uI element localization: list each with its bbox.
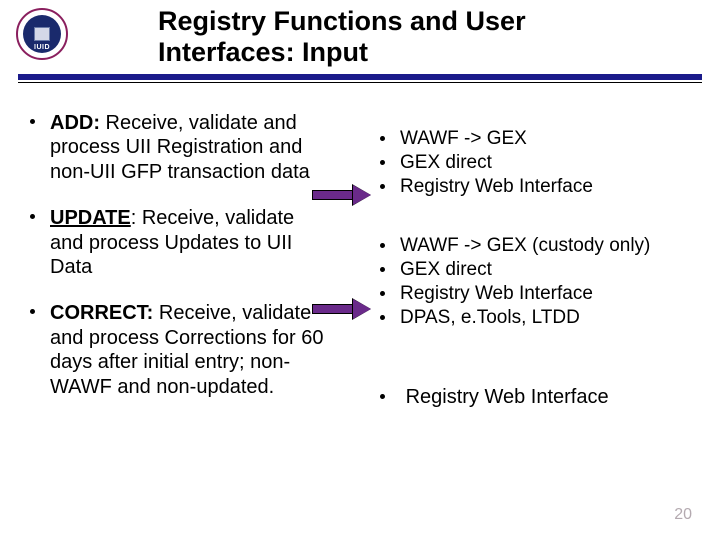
update-lead: UPDATE [50, 207, 131, 229]
rb-text: Registry Web Interface [400, 283, 593, 304]
right-block-update: WAWF -> GEX (custody only) GEX direct Re… [378, 234, 698, 329]
list-item: DPAS, e.Tools, LTDD [378, 306, 698, 330]
rb-text: DPAS, e.Tools, LTDD [400, 307, 580, 328]
list-item: WAWF -> GEX [378, 127, 698, 151]
rb-text: GEX direct [400, 152, 492, 173]
title-rule-thick [18, 74, 702, 80]
list-item: GEX direct [378, 151, 698, 175]
bullet-correct: CORRECT: Receive, validate and process C… [30, 301, 330, 399]
rb-text: WAWF -> GEX [400, 128, 527, 149]
title-line-1: Registry Functions and User [158, 6, 526, 36]
correct-lead: CORRECT: [50, 302, 153, 324]
page-number: 20 [674, 506, 692, 524]
rb-text: WAWF -> GEX (custody only) [400, 235, 650, 256]
logo-text: IUID [34, 44, 50, 51]
right-column: WAWF -> GEX GEX direct Registry Web Inte… [330, 111, 698, 421]
bullet-update: UPDATE: Receive, validate and process Up… [30, 206, 330, 279]
right-block-add: WAWF -> GEX GEX direct Registry Web Inte… [378, 127, 698, 198]
list-item: GEX direct [378, 258, 698, 282]
list-item: Registry Web Interface [378, 385, 698, 410]
left-column: ADD: Receive, validate and process UII R… [30, 111, 330, 421]
arrow-icon [312, 300, 372, 318]
rb-text: GEX direct [400, 259, 492, 280]
rb-text: Registry Web Interface [406, 386, 609, 408]
add-lead: ADD: [50, 112, 100, 134]
arrow-icon [312, 186, 372, 204]
list-item: Registry Web Interface [378, 282, 698, 306]
iuid-logo: IUID [16, 8, 68, 60]
bullet-add: ADD: Receive, validate and process UII R… [30, 111, 330, 184]
rb-text: Registry Web Interface [400, 176, 593, 197]
right-block-correct: Registry Web Interface [378, 385, 698, 410]
list-item: WAWF -> GEX (custody only) [378, 234, 698, 258]
slide-title: Registry Functions and User Interfaces: … [158, 6, 526, 68]
title-line-2: Interfaces: Input [158, 37, 368, 67]
list-item: Registry Web Interface [378, 175, 698, 199]
